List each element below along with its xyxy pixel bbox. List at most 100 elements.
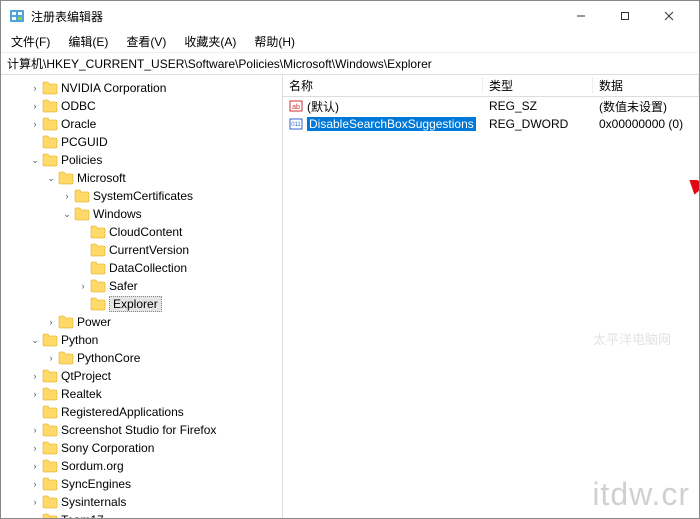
tree-item-label: DataCollection [109, 261, 187, 275]
chevron-down-icon[interactable]: ⌄ [61, 209, 73, 220]
menu-view[interactable]: 查看(V) [120, 31, 172, 52]
tree-item[interactable]: RegisteredApplications [7, 403, 282, 421]
regedit-window: 注册表编辑器 文件(F) 编辑(E) 查看(V) 收藏夹(A) 帮助(H) 计算… [0, 0, 700, 519]
tree-item[interactable]: CurrentVersion [7, 241, 282, 259]
chevron-right-icon[interactable]: › [29, 101, 41, 111]
chevron-down-icon[interactable]: ⌄ [45, 173, 57, 184]
svg-text:011: 011 [291, 122, 301, 128]
tree-item[interactable]: ⌄ Windows [7, 205, 282, 223]
tree-item[interactable]: › Sony Corporation [7, 439, 282, 457]
folder-icon [42, 333, 58, 347]
tree-item-label: Sony Corporation [61, 441, 154, 455]
chevron-right-icon[interactable]: › [77, 281, 89, 291]
tree-item[interactable]: ›QtProject [7, 367, 282, 385]
tree-item[interactable]: PCGUID [7, 133, 282, 151]
title-bar: 注册表编辑器 [1, 1, 699, 31]
folder-icon [42, 495, 58, 509]
tree-item-label: Sordum.org [61, 459, 124, 473]
menu-file[interactable]: 文件(F) [5, 31, 56, 52]
tree-item[interactable]: › Power [7, 313, 282, 331]
menu-edit[interactable]: 编辑(E) [62, 31, 114, 52]
tree-item[interactable]: › Oracle [7, 115, 282, 133]
tree-item-label: Windows [93, 207, 142, 221]
window-title: 注册表编辑器 [31, 8, 559, 25]
reg-binary-icon: 011 [289, 117, 303, 131]
menu-favorites[interactable]: 收藏夹(A) [178, 31, 242, 52]
chevron-right-icon[interactable]: › [29, 371, 41, 381]
tree-item[interactable]: › Sordum.org [7, 457, 282, 475]
list-header: 名称 类型 数据 [283, 75, 699, 97]
minimize-button[interactable] [559, 1, 603, 31]
tree-item-label: SyncEngines [61, 477, 131, 491]
chevron-right-icon[interactable]: › [61, 191, 73, 201]
chevron-right-icon[interactable]: › [29, 497, 41, 507]
tree-item-label: Power [77, 315, 111, 329]
tree-item[interactable]: ›Realtek [7, 385, 282, 403]
tree-pane[interactable]: ›NVIDIA Corporation›ODBC›OraclePCGUID⌄Po… [1, 75, 283, 518]
list-pane[interactable]: 名称 类型 数据 ab(默认)REG_SZ(数值未设置) 011 DisableSe… [283, 75, 699, 518]
chevron-right-icon[interactable]: › [29, 461, 41, 471]
tree-item[interactable]: Explorer [7, 295, 282, 313]
close-button[interactable] [647, 1, 691, 31]
folder-icon [74, 189, 90, 203]
cell-data: 0x00000000 (0) [593, 117, 699, 131]
chevron-right-icon[interactable]: › [45, 353, 57, 363]
list-row[interactable]: ab(默认)REG_SZ(数值未设置) [283, 97, 699, 115]
chevron-right-icon[interactable]: › [45, 317, 57, 327]
list-row[interactable]: 011 DisableSearchBoxSuggestions REG_DWORD0… [283, 115, 699, 133]
maximize-button[interactable] [603, 1, 647, 31]
cell-type: REG_DWORD [483, 117, 593, 131]
chevron-down-icon[interactable]: ⌄ [29, 155, 41, 166]
tree-item[interactable]: ›PythonCore [7, 349, 282, 367]
tree-item[interactable]: ›NVIDIA Corporation [7, 79, 282, 97]
folder-icon [42, 405, 58, 419]
tree-item-label: RegisteredApplications [61, 405, 184, 419]
main-area: ›NVIDIA Corporation›ODBC›OraclePCGUID⌄Po… [1, 75, 699, 518]
col-header-name[interactable]: 名称 [283, 77, 483, 94]
tree-item[interactable]: ›Team17 [7, 511, 282, 518]
chevron-right-icon[interactable]: › [29, 515, 41, 518]
folder-icon [90, 279, 106, 293]
menu-bar: 文件(F) 编辑(E) 查看(V) 收藏夹(A) 帮助(H) [1, 31, 699, 53]
chevron-right-icon[interactable]: › [29, 83, 41, 93]
value-name: DisableSearchBoxSuggestions [307, 117, 476, 131]
tree-item[interactable]: ›ODBC [7, 97, 282, 115]
tree-item[interactable]: DataCollection [7, 259, 282, 277]
tree-item[interactable]: CloudContent [7, 223, 282, 241]
tree-item[interactable]: › Sysinternals [7, 493, 282, 511]
tree-item[interactable]: ⌄Microsoft [7, 169, 282, 187]
tree-item[interactable]: ⌄ Python [7, 331, 282, 349]
menu-help[interactable]: 帮助(H) [248, 31, 301, 52]
chevron-right-icon[interactable]: › [29, 119, 41, 129]
folder-icon [42, 135, 58, 149]
chevron-right-icon[interactable]: › [29, 425, 41, 435]
folder-icon [90, 261, 106, 275]
tree-item[interactable]: ›Safer [7, 277, 282, 295]
folder-icon [90, 297, 106, 311]
tree-item-label: Sysinternals [61, 495, 126, 509]
tree-item-label: CurrentVersion [109, 243, 189, 257]
chevron-down-icon[interactable]: ⌄ [29, 335, 41, 346]
folder-icon [90, 243, 106, 257]
col-header-type[interactable]: 类型 [483, 77, 593, 94]
address-text: 计算机\HKEY_CURRENT_USER\Software\Policies\… [7, 55, 432, 72]
tree-item-label: Policies [61, 153, 102, 167]
tree-item[interactable]: › SyncEngines [7, 475, 282, 493]
folder-icon [42, 459, 58, 473]
tree-item-label: Screenshot Studio for Firefox [61, 423, 216, 437]
value-name: (默认) [307, 98, 339, 115]
tree-item[interactable]: ⌄ Policies [7, 151, 282, 169]
col-header-data[interactable]: 数据 [593, 77, 699, 94]
chevron-right-icon[interactable]: › [29, 443, 41, 453]
chevron-right-icon[interactable]: › [29, 479, 41, 489]
tree-item[interactable]: ›SystemCertificates [7, 187, 282, 205]
folder-icon [58, 351, 74, 365]
tree-item[interactable]: › Screenshot Studio for Firefox [7, 421, 282, 439]
tree-item-label: Oracle [61, 117, 96, 131]
folder-icon [58, 315, 74, 329]
chevron-right-icon[interactable]: › [29, 389, 41, 399]
folder-icon [42, 153, 58, 167]
folder-icon [42, 441, 58, 455]
address-bar[interactable]: 计算机\HKEY_CURRENT_USER\Software\Policies\… [1, 53, 699, 75]
tree-item-label: Python [61, 333, 98, 347]
